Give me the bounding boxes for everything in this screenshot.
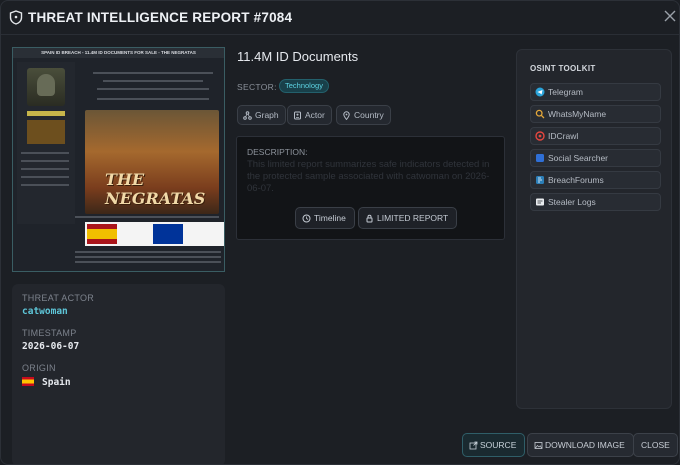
details-panel: THREAT ACTOR catwoman TIMESTAMP 2026-06-… (12, 284, 225, 464)
clock-icon (302, 214, 311, 222)
gov-logo-strip (85, 222, 224, 246)
avatar (27, 68, 65, 106)
report-title: 11.4M ID Documents (237, 49, 359, 64)
image-icon (534, 441, 543, 449)
rank-badge (27, 111, 65, 116)
download-image-button[interactable]: DOWNLOAD IMAGE (527, 433, 634, 457)
id-card-icon (294, 111, 301, 119)
post-text-line (103, 80, 203, 82)
social-searcher-icon (536, 154, 544, 162)
toolkit-item-label: Telegram (548, 87, 583, 97)
toolkit-title: OSINT TOOLKIT (530, 64, 596, 73)
description-panel: DESCRIPTION: This limited report summari… (236, 136, 505, 240)
user-stat-line (21, 160, 69, 162)
toolkit-item-label: Stealer Logs (548, 197, 596, 207)
country-button[interactable]: Country (336, 105, 391, 125)
source-button[interactable]: SOURCE (462, 433, 526, 457)
timestamp-value: 2026-06-07 (22, 341, 80, 352)
sector-label: SECTOR: (237, 82, 277, 92)
graph-button[interactable]: Graph (237, 105, 286, 125)
map-pin-icon (343, 110, 350, 120)
toolkit-item-stealer-logs[interactable]: Stealer Logs (530, 193, 661, 211)
graph-icon (243, 110, 252, 120)
timestamp-label: TIMESTAMP (22, 328, 77, 338)
user-stat-line (21, 168, 69, 170)
post-text-line (97, 98, 209, 100)
actor-value[interactable]: catwoman (22, 306, 68, 317)
timeline-button[interactable]: Timeline (295, 207, 355, 229)
post-text-line (97, 88, 209, 90)
timeline-label: Timeline (314, 213, 346, 223)
toolkit-item-idcrawl[interactable]: IDCrawl (530, 127, 661, 145)
country-pill-label: Country (354, 110, 384, 120)
source-label: SOURCE (480, 440, 517, 450)
report-modal: THREAT INTELLIGENCE REPORT #7084 SPAIN I… (0, 0, 680, 465)
toolkit-item-social-searcher[interactable]: Social Searcher (530, 149, 661, 167)
spain-flag-image (87, 224, 117, 244)
stealer-logs-icon (536, 198, 544, 206)
post-text-line (75, 261, 221, 263)
modal-title: THREAT INTELLIGENCE REPORT #7084 (28, 10, 293, 25)
sector-tag[interactable]: Technology (279, 79, 329, 93)
limited-report-label: LIMITED REPORT (377, 213, 449, 223)
telegram-icon (535, 87, 545, 97)
user-banner (27, 120, 65, 144)
modal-header: THREAT INTELLIGENCE REPORT #7084 (1, 1, 679, 35)
actor-button[interactable]: Actor (287, 105, 332, 125)
banner-text: THE NEGRATAS (105, 170, 206, 208)
post-text-line (75, 256, 221, 258)
user-stat-line (21, 184, 69, 186)
toolkit-item-label: IDCrawl (548, 131, 579, 141)
post-text-line (93, 72, 213, 74)
close-label: CLOSE (641, 440, 670, 450)
external-link-icon (469, 441, 478, 449)
download-label: DOWNLOAD IMAGE (545, 440, 625, 450)
evidence-heading: SPAIN ID BREACH - 11.4M ID DOCUMENTS FOR… (13, 48, 224, 58)
toolkit-item-label: Social Searcher (548, 153, 609, 163)
graph-label: Graph (255, 110, 279, 120)
breachforums-icon (536, 176, 544, 184)
shield-icon (9, 10, 23, 25)
spain-flag-icon (22, 377, 34, 386)
origin-label: ORIGIN (22, 363, 56, 373)
user-stat-line (21, 152, 69, 154)
actor-label: THREAT ACTOR (22, 293, 95, 303)
description-text: This limited report summarizes safe indi… (247, 159, 490, 194)
toolkit-item-label: BreachForums (548, 175, 604, 185)
close-button[interactable]: CLOSE (633, 433, 678, 457)
description-label: DESCRIPTION: (247, 147, 308, 157)
osint-toolkit-panel: OSINT TOOLKIT Telegram WhatsMyName IDCra… (516, 49, 672, 409)
actor-pill-label: Actor (305, 110, 325, 120)
magnifier-icon (535, 109, 545, 119)
user-stat-line (21, 176, 69, 178)
evidence-banner: THE NEGRATAS (85, 110, 219, 214)
eu-flag-image (153, 224, 183, 244)
post-text-line (75, 251, 221, 253)
toolkit-item-breachforums[interactable]: BreachForums (530, 171, 661, 189)
close-icon[interactable] (663, 9, 677, 23)
idcrawl-icon (535, 131, 545, 141)
toolkit-item-telegram[interactable]: Telegram (530, 83, 661, 101)
evidence-image[interactable]: SPAIN ID BREACH - 11.4M ID DOCUMENTS FOR… (12, 47, 225, 272)
lock-icon (366, 214, 373, 222)
toolkit-item-label: WhatsMyName (548, 109, 607, 119)
toolkit-item-whatsmyname[interactable]: WhatsMyName (530, 105, 661, 123)
origin-value: Spain (42, 377, 71, 388)
post-text-line (75, 216, 219, 218)
limited-report-button[interactable]: LIMITED REPORT (358, 207, 458, 229)
